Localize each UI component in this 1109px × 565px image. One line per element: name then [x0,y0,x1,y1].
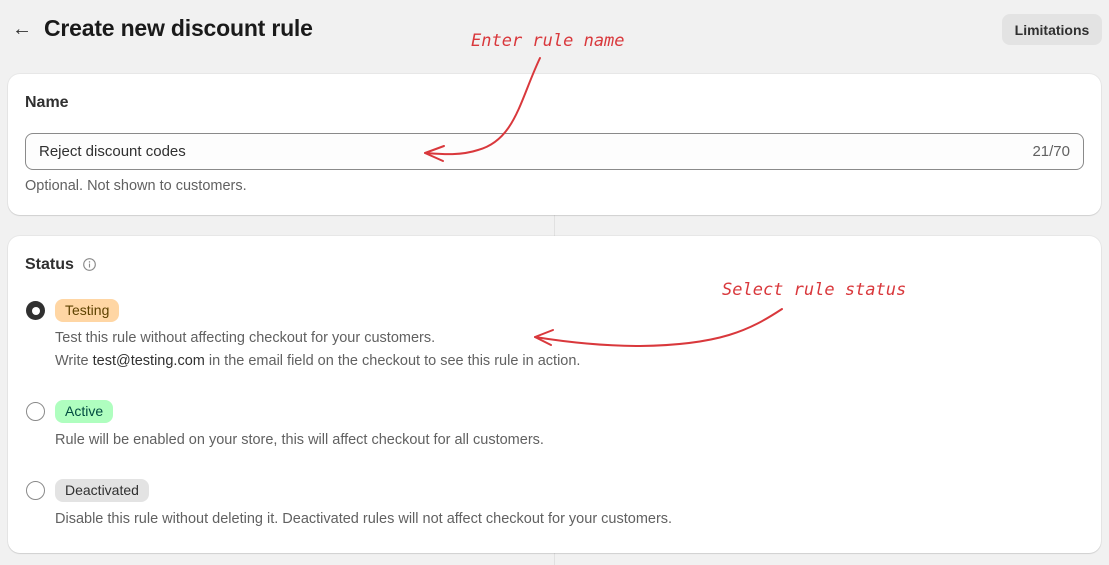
name-card-title: Name [25,94,69,111]
status-desc-active: Rule will be enabled on your store, this… [55,432,544,448]
status-card-title: Status [25,256,74,273]
limitations-button[interactable]: Limitations [1002,14,1102,45]
status-badge-testing: Testing [55,299,120,322]
rule-name-input[interactable] [39,134,999,169]
name-help-text: Optional. Not shown to customers. [25,178,247,194]
status-radio-deactivated[interactable] [26,481,45,500]
status-desc-testing-line2: Write test@testing.com in the email fiel… [55,350,580,373]
character-count: 21/70 [1032,143,1070,160]
back-arrow-icon[interactable]: ← [12,18,34,42]
name-card: Name 21/70 Optional. Not shown to custom… [8,74,1101,215]
status-card: Status Testing Test this rule without af… [8,236,1101,553]
annotation-name-hint: Enter rule name [471,31,625,51]
info-icon[interactable] [82,257,97,272]
status-badge-active: Active [55,400,114,423]
status-badge-deactivated: Deactivated [55,479,149,502]
status-desc-testing-post: in the email field on the checkout to se… [204,353,581,369]
status-desc-deactivated: Disable this rule without deleting it. D… [55,511,673,527]
status-radio-active[interactable] [26,402,45,421]
test-email-text: test@testing.com [92,353,205,369]
status-radio-testing[interactable] [26,301,45,320]
page-title: Create new discount rule [44,15,313,41]
status-desc-testing: Test this rule without affecting checkou… [55,330,436,346]
page-header: ← Create new discount rule Limitations [0,0,1109,60]
status-desc-testing-pre: Write [55,353,93,369]
name-field[interactable]: 21/70 [25,133,1084,170]
annotation-status-hint: Select rule status [722,280,907,300]
